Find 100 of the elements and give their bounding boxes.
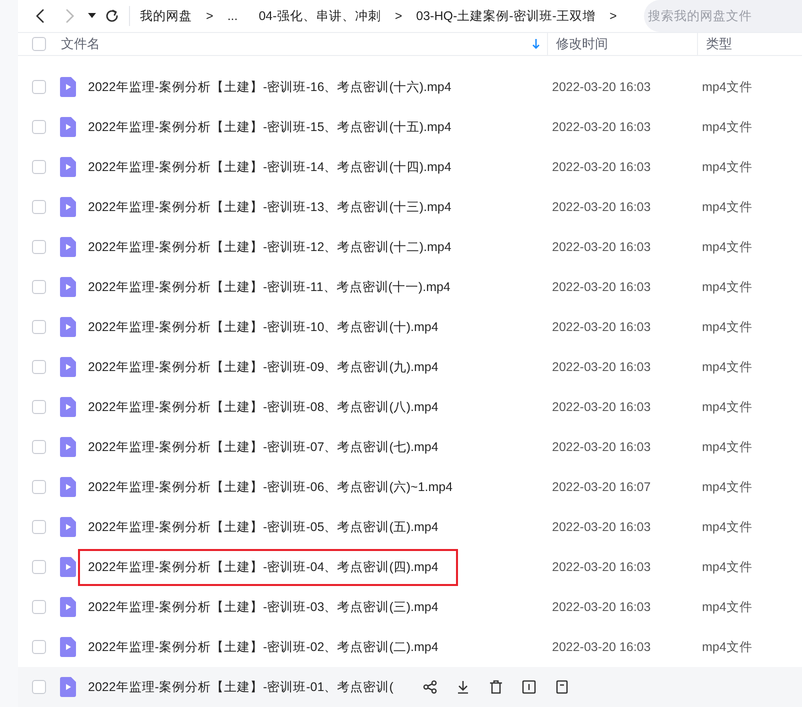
- refresh-icon[interactable]: [105, 9, 119, 23]
- row-checkbox[interactable]: [32, 280, 46, 294]
- row-checkbox[interactable]: [32, 520, 46, 534]
- modified-time: 2022-03-20 16:03: [552, 558, 652, 576]
- row-checkbox[interactable]: [32, 680, 46, 694]
- video-file-icon: [60, 397, 76, 417]
- modified-time: 2022-03-20 16:03: [552, 638, 652, 656]
- file-type: mp4文件: [702, 638, 752, 656]
- file-type: mp4文件: [702, 278, 752, 296]
- file-type: mp4文件: [702, 358, 752, 376]
- back-icon[interactable]: [35, 9, 45, 23]
- modified-time: 2022-03-20 16:03: [552, 158, 652, 176]
- file-type: mp4文件: [702, 398, 752, 416]
- file-type: mp4文件: [702, 78, 752, 96]
- column-header[interactable]: 文件名: [61, 33, 547, 56]
- video-file-icon: [60, 517, 76, 537]
- video-file-icon: [60, 437, 76, 457]
- breadcrumb-link[interactable]: 我的网盘: [140, 6, 192, 26]
- modified-time: 2022-03-20 16:03: [552, 118, 652, 136]
- file-type: mp4文件: [702, 558, 752, 576]
- trash-icon[interactable]: [489, 680, 503, 694]
- row-checkbox[interactable]: [32, 120, 46, 134]
- modified-time: 2022-03-20 16:03: [552, 518, 652, 536]
- video-file-icon: [60, 317, 76, 337]
- file-type: mp4文件: [702, 438, 752, 456]
- video-file-icon: [60, 197, 76, 217]
- column-header[interactable]: 类型: [697, 33, 802, 56]
- file-type: mp4文件: [702, 518, 752, 536]
- video-file-icon: [60, 77, 76, 97]
- file-name[interactable]: 2022年监理-案例分析【土建】-密训班-02、考点密训(二).mp4: [88, 638, 438, 656]
- row-checkbox[interactable]: [32, 400, 46, 414]
- row-checkbox[interactable]: [32, 560, 46, 574]
- video-file-icon: [60, 637, 76, 657]
- file-name[interactable]: 2022年监理-案例分析【土建】-密训班-11、考点密训(十一).mp4: [88, 278, 450, 296]
- video-file-icon: [60, 597, 76, 617]
- file-name[interactable]: 2022年监理-案例分析【土建】-密训班-03、考点密训(三).mp4: [88, 598, 438, 616]
- forward-icon[interactable]: [65, 9, 75, 23]
- file-type: mp4文件: [702, 158, 752, 176]
- breadcrumb-link[interactable]: 04-强化、串讲、冲刺: [258, 6, 381, 26]
- file-name[interactable]: 2022年监理-案例分析【土建】-密训班-10、考点密训(十).mp4: [88, 318, 438, 336]
- caret-icon[interactable]: [88, 13, 96, 19]
- file-type: mp4文件: [702, 118, 752, 136]
- file-type: mp4文件: [702, 238, 752, 256]
- row-checkbox[interactable]: [32, 480, 46, 494]
- search-field[interactable]: 搜索我的网盘文件: [644, 0, 802, 32]
- row-checkbox[interactable]: [32, 320, 46, 334]
- file-name[interactable]: 2022年监理-案例分析【土建】-密训班-04、考点密训(四).mp4: [88, 558, 438, 576]
- document-icon[interactable]: [555, 680, 569, 694]
- file-name[interactable]: 2022年监理-案例分析【土建】-密训班-06、考点密训(六)~1.mp4: [88, 478, 453, 496]
- video-file-icon: [60, 237, 76, 257]
- file-name[interactable]: 2022年监理-案例分析【土建】-密训班-09、考点密训(九).mp4: [88, 358, 438, 376]
- file-name[interactable]: 2022年监理-案例分析【土建】-密训班-13、考点密训(十三).mp4: [88, 198, 452, 216]
- modified-time: 2022-03-20 16:03: [552, 278, 652, 296]
- breadcrumb-separator: >: [394, 8, 402, 25]
- modified-time: 2022-03-20 16:07: [552, 478, 652, 496]
- row-checkbox[interactable]: [32, 440, 46, 454]
- modified-time: 2022-03-20 16:03: [552, 198, 652, 216]
- modified-time: 2022-03-20 16:03: [552, 318, 652, 336]
- file-name[interactable]: 2022年监理-案例分析【土建】-密训班-07、考点密训(七).mp4: [88, 438, 438, 456]
- modified-time: 2022-03-20 16:03: [552, 78, 652, 96]
- column-header[interactable]: 修改时间: [547, 33, 697, 56]
- file-name[interactable]: 2022年监理-案例分析【土建】-密训班-16、考点密训(十六).mp4: [88, 78, 452, 96]
- select-all-checkbox[interactable]: [32, 37, 46, 52]
- file-name[interactable]: 2022年监理-案例分析【土建】-密训班-15、考点密训(十五).mp4: [88, 118, 452, 136]
- file-type: mp4文件: [702, 318, 752, 336]
- file-name[interactable]: 2022年监理-案例分析【土建】-密训班-05、考点密训(五).mp4: [88, 518, 438, 536]
- download-icon[interactable]: [456, 680, 470, 694]
- row-checkbox[interactable]: [32, 240, 46, 254]
- row-checkbox[interactable]: [32, 200, 46, 214]
- video-file-icon: [60, 277, 76, 297]
- modified-time: 2022-03-20 16:03: [552, 358, 652, 376]
- frame-icon[interactable]: [522, 680, 536, 694]
- row-checkbox[interactable]: [32, 600, 46, 614]
- share-icon[interactable]: [423, 680, 437, 694]
- breadcrumb-separator: >: [206, 8, 214, 25]
- breadcrumb-link[interactable]: 03-HQ-土建案例-密训班-王双增: [416, 6, 596, 26]
- file-type: mp4文件: [702, 478, 752, 496]
- row-checkbox[interactable]: [32, 360, 46, 374]
- video-file-icon: [60, 157, 76, 177]
- breadcrumb-link[interactable]: ...: [227, 6, 238, 26]
- video-file-icon: [60, 557, 76, 577]
- row-checkbox[interactable]: [32, 160, 46, 174]
- sort-arrow-icon[interactable]: [532, 39, 540, 50]
- file-name[interactable]: 2022年监理-案例分析【土建】-密训班-12、考点密训(十二).mp4: [88, 238, 452, 256]
- file-name[interactable]: 2022年监理-案例分析【土建】-密训班-14、考点密训(十四).mp4: [88, 158, 452, 176]
- modified-time: 2022-03-20 16:03: [552, 238, 652, 256]
- file-type: mp4文件: [702, 198, 752, 216]
- video-file-icon: [60, 357, 76, 377]
- video-file-icon: [60, 117, 76, 137]
- video-file-icon: [60, 477, 76, 497]
- file-type: mp4文件: [702, 598, 752, 616]
- modified-time: 2022-03-20 16:03: [552, 598, 652, 616]
- video-file-icon: [60, 677, 76, 697]
- breadcrumb-separator: >: [609, 8, 617, 25]
- row-checkbox[interactable]: [32, 640, 46, 654]
- file-name[interactable]: 2022年监理-案例分析【土建】-密训班-08、考点密训(八).mp4: [88, 398, 438, 416]
- modified-time: 2022-03-20 16:03: [552, 398, 652, 416]
- modified-time: 2022-03-20 16:03: [552, 438, 652, 456]
- row-checkbox[interactable]: [32, 80, 46, 94]
- file-name[interactable]: 2022年监理-案例分析【土建】-密训班-01、考点密训(: [88, 678, 394, 696]
